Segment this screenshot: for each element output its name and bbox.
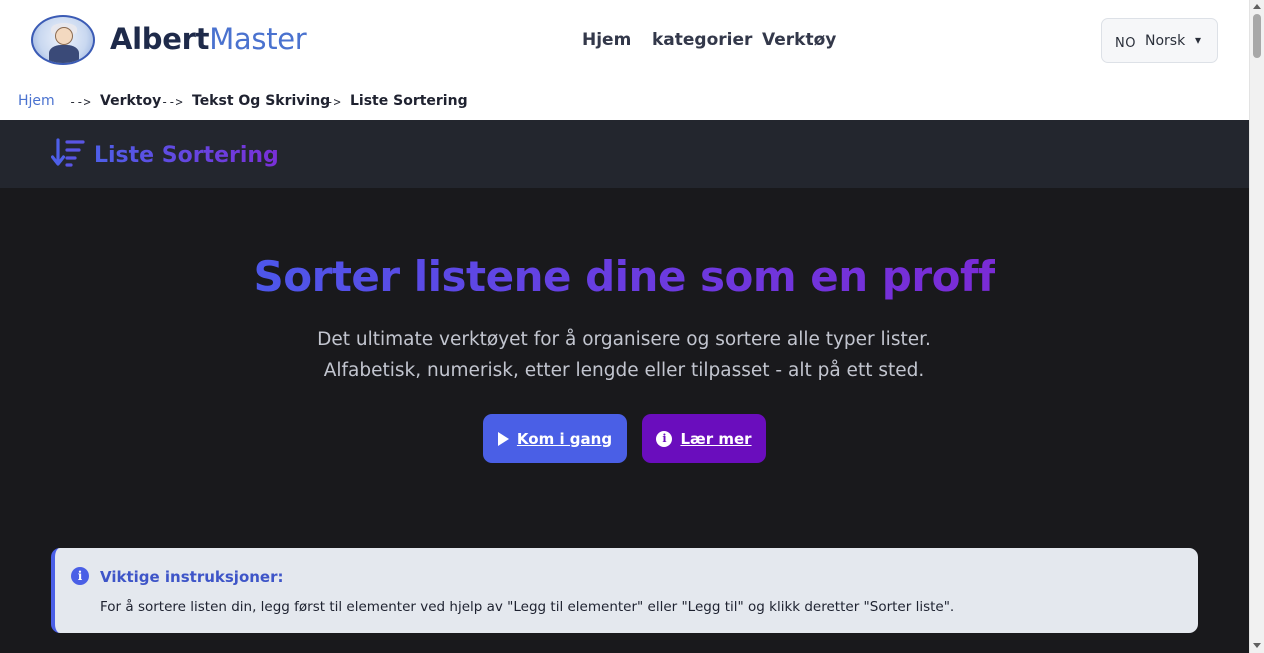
page: AlbertMaster Hjem kategorier Verktøy NO … — [0, 0, 1249, 653]
nav-link-categories[interactable]: kategorier — [652, 30, 752, 50]
brand-part-1: Albert — [110, 22, 210, 56]
info-icon: i — [71, 567, 89, 585]
language-code: NO — [1115, 36, 1136, 51]
brand-name[interactable]: AlbertMaster — [110, 22, 307, 56]
vertical-scrollbar[interactable] — [1249, 0, 1264, 653]
info-icon: i — [656, 430, 673, 447]
language-selector[interactable]: NO Norsk ▾ — [1101, 18, 1218, 63]
get-started-label: Kom i gang — [516, 429, 613, 448]
breadcrumb-separator: --> — [319, 95, 341, 109]
hero-title-text: Sorter listene dine som en proff — [253, 252, 996, 301]
hero-title: Sorter listene dine som en proff — [0, 252, 1249, 301]
scroll-thumb[interactable] — [1253, 14, 1261, 58]
albertmaster-logo[interactable] — [31, 15, 95, 65]
sort-descending-icon — [51, 138, 85, 167]
brand-part-2: Master — [209, 22, 307, 56]
instructions-text: For å sortere listen din, legg først til… — [100, 599, 955, 615]
scroll-up-arrow-icon[interactable] — [1253, 4, 1261, 9]
breadcrumb-separator: --> — [69, 95, 91, 109]
tool-title: Liste Sortering — [94, 143, 279, 168]
language-name: Norsk — [1145, 33, 1186, 49]
breadcrumb-home[interactable]: Hjem — [18, 93, 55, 109]
scroll-down-arrow-icon[interactable] — [1253, 643, 1261, 648]
instructions-alert: i Viktige instruksjoner: For å sortere l… — [51, 548, 1198, 633]
hero-subtitle: Det ultimate verktøyet for å organisere … — [317, 329, 931, 381]
breadcrumb-separator: --> — [161, 95, 183, 109]
top-navbar: AlbertMaster Hjem kategorier Verktøy NO … — [0, 0, 1249, 80]
breadcrumb-tools[interactable]: Verktoy — [100, 93, 161, 109]
nav-link-tools[interactable]: Verktøy — [762, 30, 836, 50]
play-icon — [497, 431, 509, 446]
breadcrumb: Hjem --> Verktoy --> Tekst Og Skriving -… — [0, 80, 1249, 120]
breadcrumb-current: Liste Sortering — [350, 93, 468, 109]
learn-more-label: Lær mer — [680, 429, 752, 448]
breadcrumb-text-writing[interactable]: Tekst Og Skriving — [192, 93, 330, 109]
instructions-title: Viktige instruksjoner: — [100, 568, 284, 586]
chevron-down-icon: ▾ — [1195, 33, 1202, 47]
tool-header: Liste Sortering — [0, 120, 1249, 188]
nav-link-home[interactable]: Hjem — [582, 30, 631, 50]
get-started-button[interactable]: Kom i gang — [483, 414, 627, 463]
learn-more-button[interactable]: i Lær mer — [642, 414, 766, 463]
